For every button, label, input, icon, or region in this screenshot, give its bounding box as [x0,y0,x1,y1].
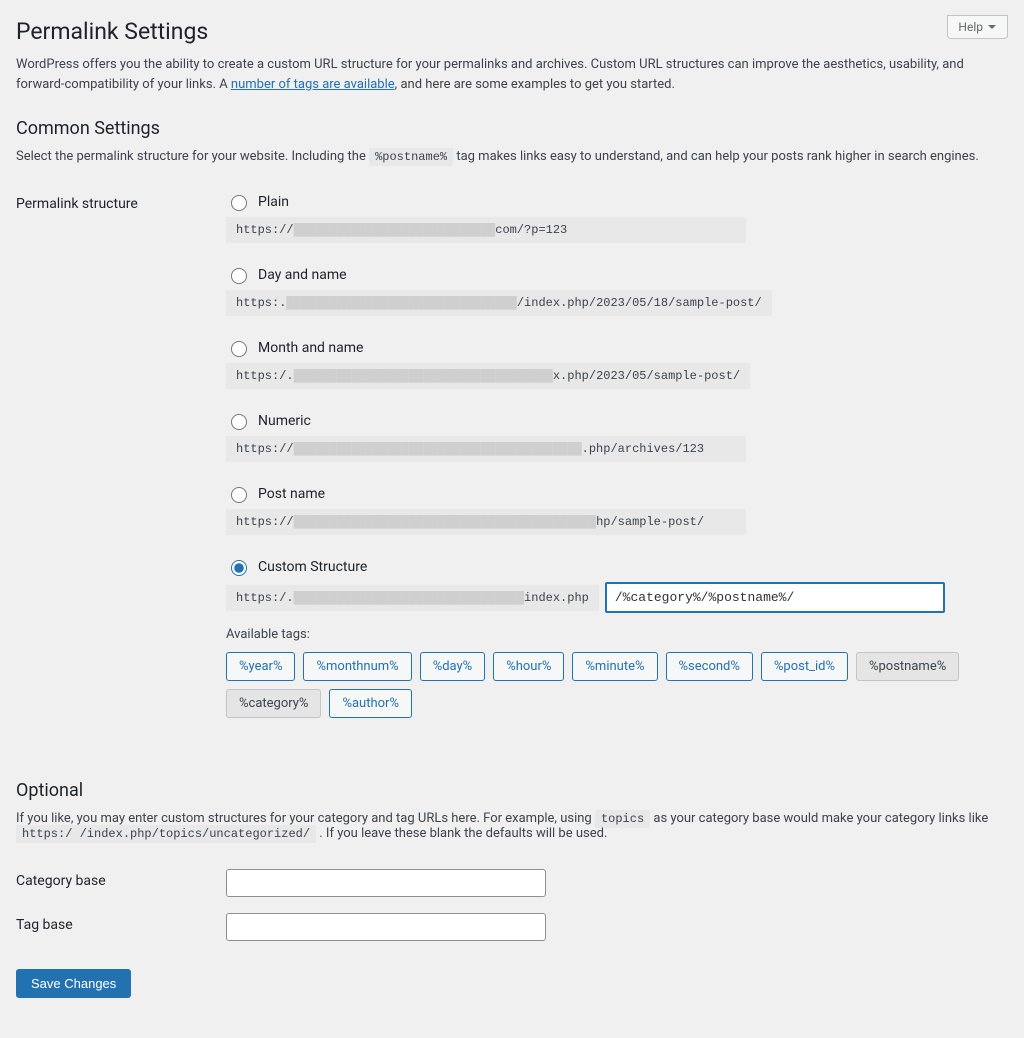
permalink-form-table: Permalink structure Plain https://██████… [16,184,1008,726]
label-dayname: Day and name [258,267,347,283]
option-postname: Post name https://██████████████████████… [226,484,1008,535]
radio-dayname[interactable] [231,268,247,284]
optional-desc-3: . If you leave these blank the defaults … [319,826,607,841]
chevron-down-icon [987,22,997,32]
radio-postname[interactable] [231,487,247,503]
structure-label: Permalink structure [16,184,226,726]
option-custom: Custom Structure https:/.███████████████… [226,557,1008,718]
optional-desc-1: If you like, you may enter custom struct… [16,811,595,826]
tag-post-id[interactable]: %post_id% [761,652,848,681]
tag-hour[interactable]: %hour% [493,652,564,681]
tag-postname[interactable]: %postname% [856,652,959,681]
category-base-input[interactable] [226,869,546,897]
intro-paragraph: WordPress offers you the ability to crea… [16,55,996,94]
postname-tag-code: %postname% [369,148,453,166]
tag-monthnum[interactable]: %monthnum% [303,652,411,681]
example-numeric: https://████████████████████████████████… [226,436,746,462]
category-base-label: Category base [16,861,226,905]
tag-author[interactable]: %author% [329,689,412,718]
optional-desc-2: as your category base would make your ca… [653,811,988,826]
common-settings-heading: Common Settings [16,118,1008,139]
common-desc-2: tag makes links easy to understand, and … [456,149,978,164]
tag-second[interactable]: %second% [666,652,753,681]
common-desc-1: Select the permalink structure for your … [16,149,369,164]
label-plain: Plain [258,194,289,210]
example-monthname: https:/.████████████████████████████████… [226,363,750,389]
optional-code-url: https:/ /index.php/topics/uncategorized/ [16,825,316,843]
option-plain: Plain https://██████████████████████████… [226,192,1008,243]
option-numeric: Numeric https://████████████████████████… [226,411,1008,462]
tag-minute[interactable]: %minute% [572,652,657,681]
label-custom: Custom Structure [258,559,367,575]
optional-desc: If you like, you may enter custom struct… [16,811,1008,841]
save-changes-button[interactable]: Save Changes [16,969,131,998]
option-dayname: Day and name https:.████████████████████… [226,265,1008,316]
label-numeric: Numeric [258,413,311,429]
tag-category[interactable]: %category% [226,689,321,718]
optional-form-table: Category base Tag base [16,861,1008,949]
help-label: Help [958,20,983,34]
tag-base-label: Tag base [16,905,226,949]
radio-plain[interactable] [231,195,247,211]
tag-base-input[interactable] [226,913,546,941]
radio-numeric[interactable] [231,414,247,430]
tag-day[interactable]: %day% [420,652,486,681]
custom-prefix: https:/.████████████████████████████████… [226,585,599,611]
radio-monthname[interactable] [231,341,247,357]
label-postname: Post name [258,486,325,502]
example-plain: https://████████████████████████████com/… [226,217,746,243]
intro-text-2: , and here are some examples to get you … [395,77,675,92]
example-postname: https://████████████████████████████████… [226,509,746,535]
radio-custom[interactable] [231,560,247,576]
option-monthname: Month and name https:/.█████████████████… [226,338,1008,389]
example-dayname: https:.████████████████████████████████/… [226,290,772,316]
available-tags-row: %year% %monthnum% %day% %hour% %minute% … [226,652,996,718]
common-settings-desc: Select the permalink structure for your … [16,149,1008,164]
tags-available-link[interactable]: number of tags are available [231,77,395,92]
label-monthname: Month and name [258,340,363,356]
optional-heading: Optional [16,780,1008,801]
help-tab[interactable]: Help [947,15,1008,39]
tag-year[interactable]: %year% [226,652,295,681]
custom-structure-input[interactable] [605,582,945,613]
page-title: Permalink Settings [16,18,1008,45]
available-tags-label: Available tags: [226,627,1008,642]
